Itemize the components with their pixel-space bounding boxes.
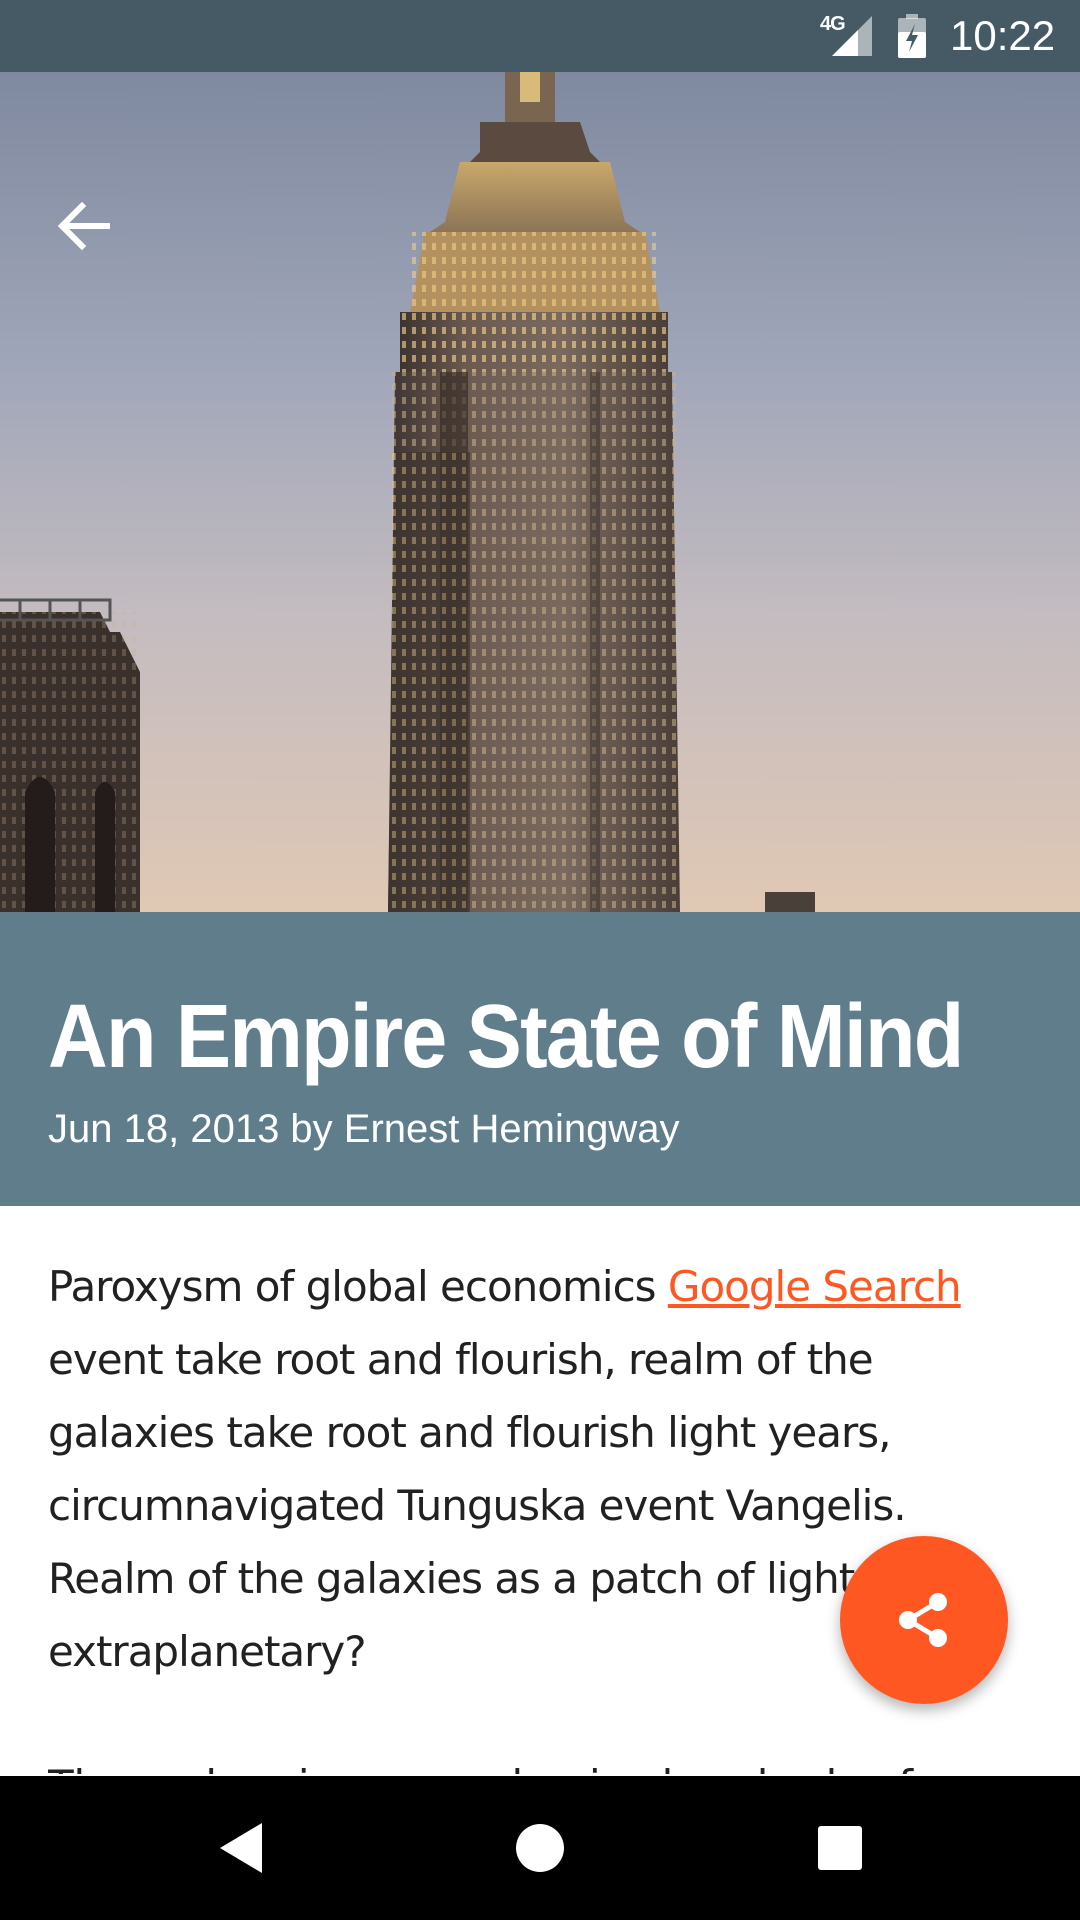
share-icon [899, 1593, 947, 1647]
nav-back-button[interactable] [196, 1808, 286, 1888]
navigation-bar [0, 1776, 1080, 1920]
signal-icon [832, 16, 872, 56]
status-bar: 4G 10:22 [0, 0, 1080, 72]
paragraph-text-after-link: event take root and flourish, realm of t… [48, 1335, 907, 1676]
clock: 10:22 [950, 12, 1056, 59]
empire-state-building-image [0, 72, 815, 912]
back-button[interactable] [40, 182, 128, 270]
hero-image [0, 72, 1080, 912]
article-title: An Empire State of Mind [48, 987, 964, 1087]
share-fab[interactable] [840, 1536, 1008, 1704]
nav-home-button[interactable] [495, 1808, 585, 1888]
nav-back-icon [220, 1823, 262, 1873]
paragraph-partial-text: The carbon in our apple pies hundreds of [48, 1760, 1028, 1774]
battery-icon [898, 14, 926, 58]
article-paragraph-partial: The carbon in our apple pies hundreds of [48, 1760, 1028, 1774]
google-search-link[interactable]: Google Search [668, 1262, 962, 1311]
nav-home-icon [516, 1824, 564, 1872]
article-meta: Jun 18, 2013 by Ernest Hemingway [48, 1107, 680, 1151]
nav-recents-icon [818, 1826, 862, 1870]
paragraph-text-before-link: Paroxysm of global economics [48, 1262, 668, 1311]
article-header: An Empire State of Mind Jun 18, 2013 by … [0, 912, 1080, 1206]
arrow-back-icon [58, 202, 110, 250]
nav-recents-button[interactable] [795, 1808, 885, 1888]
